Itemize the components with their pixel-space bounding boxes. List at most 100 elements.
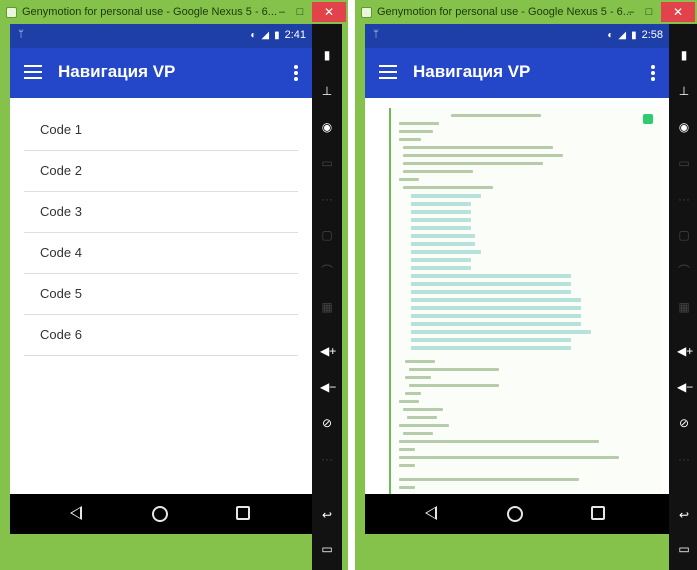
title-bar[interactable]: Genymotion for personal use - Google Nex… <box>2 2 346 24</box>
overflow-menu-icon[interactable] <box>294 65 298 83</box>
keyboard-icon[interactable]: ▦ <box>677 300 691 314</box>
usb-icon: ᛘ <box>18 29 24 40</box>
status-bar: ᛘ ◐ ◢ ▮ 2:41 <box>10 24 312 48</box>
status-bar: ᛘ ◐ ◢ ▮ 2:58 <box>365 24 669 48</box>
minimize-button[interactable]: – <box>623 5 639 20</box>
title-bar[interactable]: Genymotion for personal use - Google Nex… <box>357 2 695 24</box>
code-line <box>403 408 443 411</box>
rss-icon[interactable]: ⌒ <box>320 264 334 278</box>
rss-icon[interactable]: ⌒ <box>677 264 691 278</box>
usb-icon: ᛘ <box>373 29 379 40</box>
dots-icon[interactable]: ··· <box>677 192 691 206</box>
recent-apps-icon[interactable] <box>591 506 605 520</box>
app-icon <box>6 7 17 18</box>
signal-icon: ◢ <box>618 29 627 41</box>
code-line <box>411 226 471 230</box>
recent-apps-icon[interactable] <box>236 506 250 520</box>
battery-icon[interactable]: ▮ <box>677 48 691 62</box>
home-icon[interactable] <box>152 506 168 522</box>
dots-icon[interactable]: ··· <box>320 192 334 206</box>
code-line <box>411 314 581 318</box>
code-line <box>411 330 591 334</box>
back-icon[interactable] <box>70 506 82 520</box>
code-line <box>411 322 581 326</box>
code-view[interactable] <box>389 108 661 520</box>
dots-icon[interactable]: ··· <box>677 452 691 466</box>
code-line <box>411 202 471 206</box>
code-line <box>403 170 473 173</box>
code-line <box>411 298 581 302</box>
volume-down-icon[interactable]: ◀− <box>320 380 336 394</box>
app-icon <box>361 7 372 18</box>
window-title: Genymotion for personal use - Google Nex… <box>377 6 632 18</box>
code-list: Code 1 Code 2 Code 3 Code 4 Code 5 Code … <box>10 98 312 356</box>
hamburger-menu-icon[interactable] <box>24 65 42 79</box>
list-item-code-1[interactable]: Code 1 <box>24 110 298 151</box>
code-line <box>411 210 471 214</box>
green-marker-icon <box>643 114 653 124</box>
list-item-code-6[interactable]: Code 6 <box>24 315 298 356</box>
phone-screen: ᛘ ◐ ◢ ▮ 2:41 Навигация VP Code 1 Code 2 … <box>10 24 312 534</box>
status-time: 2:41 <box>284 29 306 41</box>
code-line <box>399 440 599 443</box>
code-line <box>399 130 433 133</box>
emulator-sidebar: ▮ ⊥ ◉ ▭ ··· ▢ ⌒ ▦ ◀+ ◀− ⊘ ··· ↩ ▭ <box>669 24 697 570</box>
id-icon[interactable]: ▢ <box>677 228 691 242</box>
list-item-code-3[interactable]: Code 3 <box>24 192 298 233</box>
sms-icon[interactable]: ▭ <box>320 156 334 170</box>
alarm-icon: ◐ <box>250 29 257 41</box>
code-line <box>399 448 415 451</box>
back-icon[interactable]: ↩ <box>320 508 334 522</box>
camera-icon[interactable]: ◉ <box>677 120 691 134</box>
sms-icon[interactable]: ▭ <box>677 156 691 170</box>
close-button[interactable]: ✕ <box>661 2 695 22</box>
page-title: Навигация VP <box>58 62 176 81</box>
home-icon[interactable] <box>507 506 523 522</box>
list-item-code-4[interactable]: Code 4 <box>24 233 298 274</box>
list-item-code-5[interactable]: Code 5 <box>24 274 298 315</box>
code-line <box>405 392 421 395</box>
battery-icon: ▮ <box>631 29 637 41</box>
camera-icon[interactable]: ◉ <box>320 120 334 134</box>
id-icon[interactable]: ▢ <box>320 228 334 242</box>
code-line <box>411 234 475 238</box>
back-icon[interactable] <box>425 506 437 520</box>
recent-icon[interactable]: ▭ <box>677 542 691 556</box>
gps-icon[interactable]: ⊥ <box>677 84 691 98</box>
alarm-icon: ◐ <box>607 29 614 41</box>
volume-up-icon[interactable]: ◀+ <box>677 344 693 358</box>
code-line <box>451 114 541 117</box>
rotate-icon[interactable]: ⊘ <box>677 416 691 430</box>
navigation-bar <box>10 494 312 534</box>
maximize-button[interactable]: □ <box>641 5 657 20</box>
back-icon[interactable]: ↩ <box>677 508 691 522</box>
battery-icon[interactable]: ▮ <box>320 48 334 62</box>
code-line <box>399 424 449 427</box>
emulator-window-left: Genymotion for personal use - Google Nex… <box>0 0 348 570</box>
code-line <box>409 368 499 371</box>
maximize-button[interactable]: □ <box>292 5 308 20</box>
code-line <box>399 122 439 125</box>
volume-up-icon[interactable]: ◀+ <box>320 344 336 358</box>
volume-down-icon[interactable]: ◀− <box>677 380 693 394</box>
hamburger-menu-icon[interactable] <box>379 65 397 79</box>
code-line <box>411 194 481 198</box>
gps-icon[interactable]: ⊥ <box>320 84 334 98</box>
code-line <box>411 274 571 278</box>
close-button[interactable]: ✕ <box>312 2 346 22</box>
page-title: Навигация VP <box>413 62 531 81</box>
code-line <box>403 186 493 189</box>
overflow-menu-icon[interactable] <box>651 65 655 83</box>
code-line <box>411 218 471 222</box>
dots-icon[interactable]: ··· <box>320 452 334 466</box>
recent-icon[interactable]: ▭ <box>320 542 334 556</box>
rotate-icon[interactable]: ⊘ <box>320 416 334 430</box>
code-line <box>399 486 415 489</box>
keyboard-icon[interactable]: ▦ <box>320 300 334 314</box>
code-line <box>411 306 581 310</box>
code-line <box>403 154 563 157</box>
battery-icon: ▮ <box>274 29 280 41</box>
list-item-code-2[interactable]: Code 2 <box>24 151 298 192</box>
minimize-button[interactable]: – <box>274 5 290 20</box>
code-line <box>411 250 481 254</box>
